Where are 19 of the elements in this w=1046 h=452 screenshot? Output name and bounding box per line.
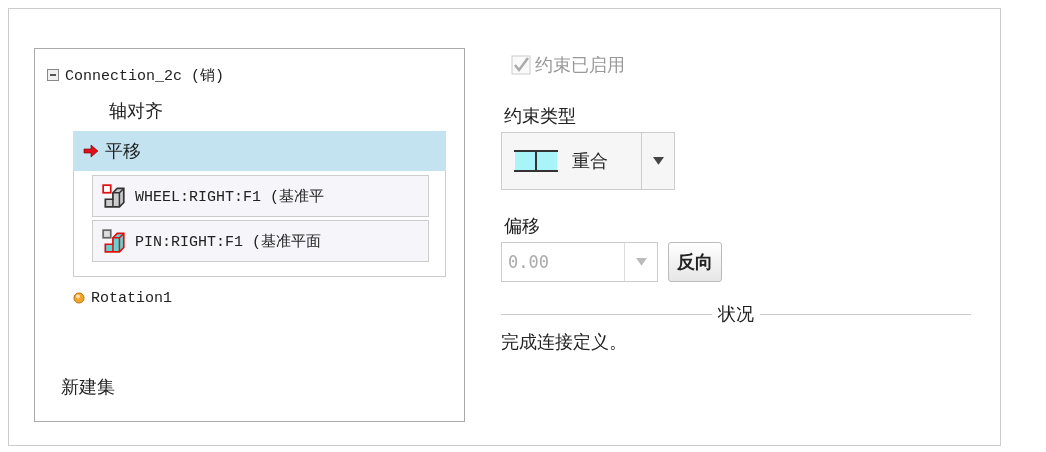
circle-icon [73,292,85,304]
tree-item[interactable]: Connection_2c (销) [65,65,225,85]
datum-plane-icon [101,228,127,254]
constraint-type-dropdown[interactable]: 重合 [501,132,675,190]
status-message: 完成连接定义。 [501,330,627,354]
status-title: 状况 [718,302,754,326]
constraint-type-label: 约束类型 [504,104,576,128]
offset-label: 偏移 [504,214,540,238]
datum-plane-icon [101,183,127,209]
new-set-item[interactable]: 新建集 [47,375,115,421]
selected-tree-item[interactable]: 平移 [73,131,446,171]
reference-item[interactable]: WHEEL:RIGHT:F1 (基准平 [92,175,429,217]
reference-item[interactable]: PIN:RIGHT:F1 (基准平面 [92,220,429,262]
coincident-icon [514,149,558,173]
arrow-icon [83,144,99,158]
collapse-icon[interactable] [47,69,59,81]
tree-item[interactable]: 轴对齐 [47,91,446,131]
tree-item[interactable]: Rotation1 [47,277,446,319]
dropdown-arrow-icon[interactable] [652,156,664,166]
